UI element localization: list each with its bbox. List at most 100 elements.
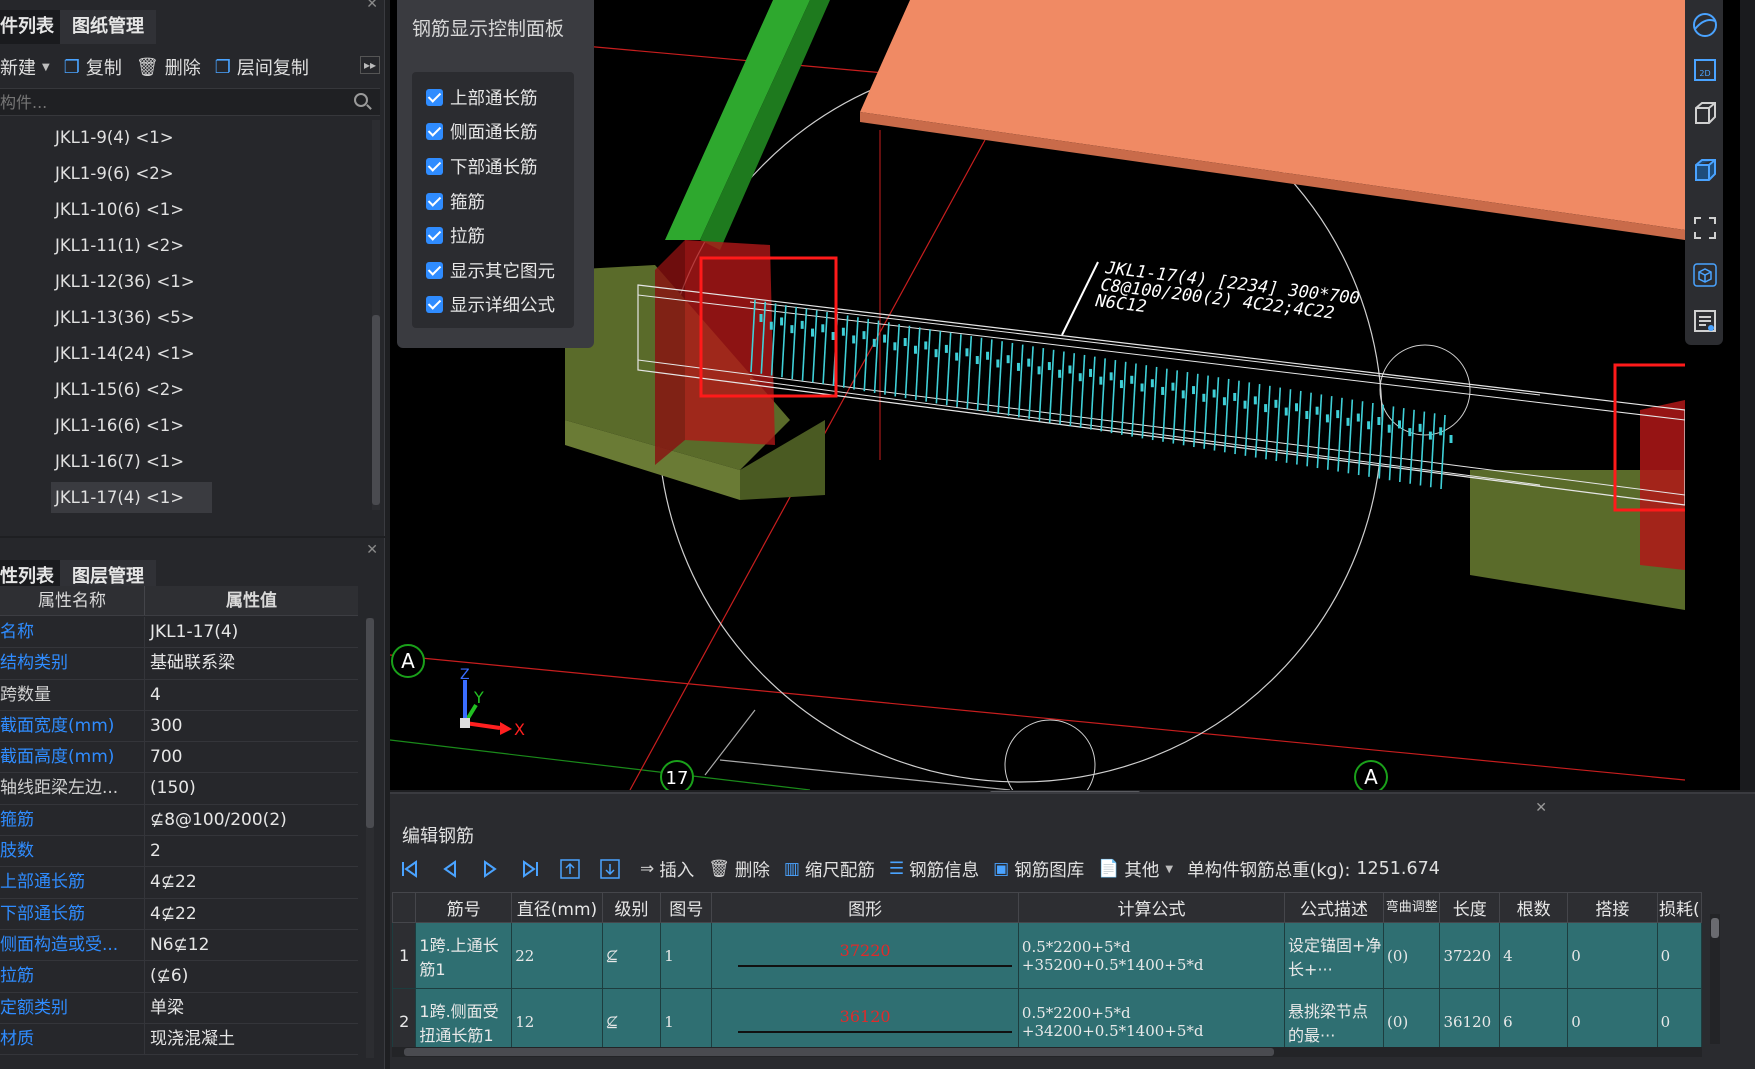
cell-length[interactable]: 37220	[1439, 922, 1501, 989]
column-header[interactable]: 级别	[601, 892, 662, 923]
property-row[interactable]: 定额类别 单梁	[0, 992, 358, 1024]
last-row-icon[interactable]	[520, 859, 540, 879]
column-header[interactable]: 图号	[660, 892, 713, 923]
scrollbar-thumb[interactable]	[366, 618, 374, 828]
checkbox-checked-icon[interactable]	[426, 192, 443, 210]
list-item[interactable]: JKL1-12(36) <1>	[0, 264, 372, 300]
property-row[interactable]: 跨数量 4	[0, 679, 358, 711]
list-item-selected[interactable]: JKL1-17(4) <1>	[0, 480, 372, 516]
list-item[interactable]: JKL1-9(6) <2>	[0, 156, 372, 192]
property-value[interactable]: 4	[145, 680, 161, 710]
column-header[interactable]: 直径(mm)	[511, 892, 603, 923]
2d-view-icon[interactable]: 2D	[1692, 57, 1718, 83]
checkbox-checked-icon[interactable]	[426, 261, 443, 279]
property-row[interactable]: 侧面构造或受... N6⊈12	[0, 929, 358, 962]
property-row[interactable]: 上部通长筋 4⊈22	[0, 867, 358, 899]
expand-toolbar-icon[interactable]: ▸▸	[359, 56, 380, 74]
cell-shape[interactable]: 36120	[711, 988, 1019, 1055]
orbit-icon[interactable]	[1692, 12, 1718, 38]
column-header[interactable]: 搭接	[1567, 892, 1658, 923]
checkbox-checked-icon[interactable]	[426, 88, 443, 106]
new-button[interactable]: 新建 ▼	[0, 54, 50, 80]
column-header[interactable]: 图形	[711, 892, 1019, 923]
column-header[interactable]: 长度	[1439, 892, 1501, 923]
cube-select-icon[interactable]	[1692, 262, 1718, 288]
property-row[interactable]: 箍筋 ⊈8@100/200(2)	[0, 804, 358, 837]
property-row[interactable]: 肢数 2	[0, 836, 358, 868]
search-input[interactable]	[0, 89, 340, 115]
delete-button[interactable]: 🗑 删除	[708, 857, 770, 882]
list-item[interactable]: JKL1-16(6) <1>	[0, 408, 372, 444]
checkbox-checked-icon[interactable]	[426, 227, 443, 245]
table-row[interactable]: 1 1跨.上通长筋1 22 ⊈ 1 37220 0.5*2200+5*d +352…	[391, 922, 1703, 989]
property-row[interactable]: 材质 现浇混凝土	[0, 1023, 358, 1056]
fullscreen-icon[interactable]	[1692, 215, 1718, 241]
property-value[interactable]: 4⊈22	[145, 899, 197, 929]
cell-loss[interactable]: 0	[1656, 988, 1703, 1055]
cell-formula[interactable]: 0.5*2200+5*d +35200+0.5*1400+5*d	[1017, 922, 1286, 989]
checkbox-checked-icon[interactable]	[426, 123, 443, 141]
close-icon[interactable]: ✕	[366, 0, 378, 12]
tab-component-list[interactable]: 件列表	[0, 10, 60, 44]
cell-shape[interactable]: 37220	[711, 922, 1019, 989]
cell-description[interactable]: 悬挑梁节点的最···	[1284, 988, 1385, 1055]
property-value[interactable]: 现浇混凝土	[145, 1024, 235, 1054]
move-down-icon[interactable]	[600, 859, 620, 879]
checkbox-tie-bar[interactable]: 拉筋	[412, 218, 574, 253]
3d-view-icon[interactable]	[1692, 100, 1718, 126]
cell-loss[interactable]: 0	[1656, 922, 1703, 989]
checkbox-side-continuous[interactable]: 侧面通长筋	[412, 115, 574, 150]
checkbox-bottom-continuous[interactable]: 下部通长筋	[412, 149, 574, 184]
property-value[interactable]: 单梁	[145, 993, 184, 1023]
scrollbar-thumb[interactable]	[1711, 918, 1719, 938]
rebar-info-button[interactable]: ☰ 钢筋信息	[889, 857, 979, 882]
cell-bar-name[interactable]: 1跨.侧面受扭通长筋1	[415, 988, 513, 1055]
property-scrollbar[interactable]	[366, 618, 374, 1058]
property-row[interactable]: 轴线距梁左边... (150)	[0, 773, 358, 805]
component-list-scrollbar[interactable]	[372, 120, 380, 510]
list-item[interactable]: JKL1-9(4) <1>	[0, 120, 372, 156]
floor-copy-button[interactable]: ❐ 层间复制	[215, 54, 309, 80]
other-button[interactable]: 📄 其他 ▼	[1098, 857, 1173, 882]
checkbox-show-other-elements[interactable]: 显示其它图元	[412, 253, 574, 288]
column-header[interactable]: 筋号	[415, 892, 513, 923]
property-value[interactable]: N6⊈12	[145, 930, 209, 960]
copy-button[interactable]: ❐ 复制	[64, 54, 122, 80]
property-value[interactable]: 700	[145, 742, 182, 772]
insert-button[interactable]: ⇒ 插入	[640, 857, 694, 882]
checkbox-stirrup[interactable]: 箍筋	[412, 184, 574, 219]
list-item[interactable]: JKL1-13(36) <5>	[0, 300, 372, 336]
scale-rebar-button[interactable]: ▥ 缩尺配筋	[784, 857, 875, 882]
checkbox-checked-icon[interactable]	[426, 157, 443, 175]
cell-figure-no[interactable]: 1	[660, 922, 713, 989]
column-header[interactable]: 损耗(	[1656, 892, 1703, 923]
table-row[interactable]: 2 1跨.侧面受扭通长筋1 12 ⊈ 1 36120 0.5*2200+5*d +…	[391, 988, 1703, 1055]
scrollbar-thumb[interactable]	[404, 1048, 1274, 1056]
previous-row-icon[interactable]	[440, 859, 460, 879]
property-value[interactable]: 2	[145, 836, 161, 866]
cell-bend[interactable]: (0)	[1383, 922, 1441, 989]
property-value[interactable]: (150)	[145, 773, 196, 803]
property-value[interactable]: 基础联系梁	[145, 648, 235, 678]
cell-grade[interactable]: ⊈	[601, 988, 662, 1055]
list-item[interactable]: JKL1-16(7) <1>	[0, 444, 372, 480]
next-row-icon[interactable]	[480, 859, 500, 879]
cell-length[interactable]: 36120	[1439, 988, 1501, 1055]
list-item[interactable]: JKL1-14(24) <1>	[0, 336, 372, 372]
search-icon[interactable]	[354, 93, 368, 107]
property-row[interactable]: 拉筋 (⊈6)	[0, 961, 358, 993]
cell-bend[interactable]: (0)	[1383, 988, 1441, 1055]
close-icon[interactable]: ✕	[366, 542, 378, 558]
cell-figure-no[interactable]: 1	[660, 988, 713, 1055]
rebar-view-icon[interactable]	[1692, 308, 1718, 334]
first-row-icon[interactable]	[400, 859, 420, 879]
close-icon[interactable]: ✕	[1535, 800, 1547, 816]
cell-description[interactable]: 设定锚固+净长+···	[1284, 922, 1385, 989]
rebar-library-button[interactable]: ▣ 钢筋图库	[993, 857, 1084, 882]
column-header[interactable]: 公式描述	[1284, 892, 1385, 923]
property-value[interactable]: 300	[145, 711, 182, 741]
delete-button[interactable]: 🗑 删除	[136, 54, 201, 80]
cell-diameter[interactable]: 22	[511, 922, 603, 989]
tab-drawing-management[interactable]: 图纸管理	[60, 10, 156, 44]
property-row[interactable]: 截面宽度(mm) 300	[0, 710, 358, 743]
